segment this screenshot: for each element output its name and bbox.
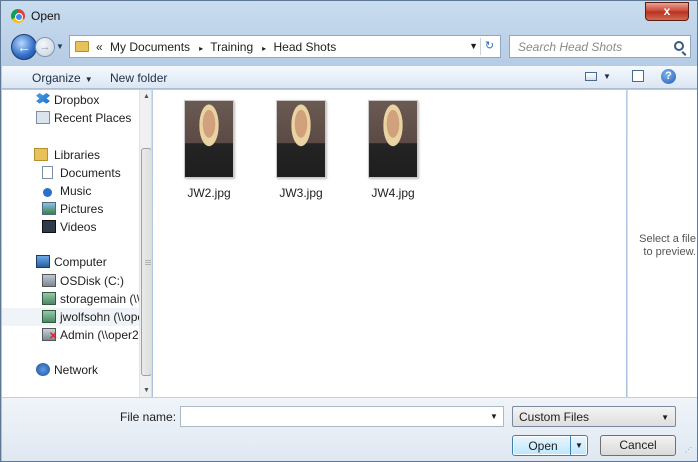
nav-item-computer[interactable]: Computer [2,253,139,271]
breadcrumb-my-documents[interactable]: My Documents [110,40,190,54]
forward-button[interactable]: → [35,37,55,57]
breadcrumb-separator-icon[interactable]: ▸ [199,44,203,53]
file-item[interactable]: JW3.jpg [266,100,336,200]
nav-item-osdisk[interactable]: OSDisk (C:) [2,272,139,290]
window-title: Open [31,9,61,23]
refresh-button[interactable]: ↻ [480,38,498,55]
folder-icon [75,41,89,52]
command-bar: Organize ▼ New folder ▼ ? [2,65,697,89]
computer-icon [36,255,50,268]
scroll-up-icon[interactable]: ▲ [142,93,151,100]
preview-pane-icon[interactable] [632,70,644,82]
disk-icon [42,274,56,287]
image-thumbnail [184,100,234,178]
nav-item-videos[interactable]: Videos [2,218,139,236]
music-icon [43,188,52,197]
open-dialog: Open x ← → ▼ « My Documents ▸ Training ▸ H… [0,0,698,462]
preview-pane: Select a file to preview. [627,90,697,397]
change-view-icon[interactable] [585,72,597,81]
resize-grip-icon[interactable]: ⋰ [685,447,695,459]
nav-item-music[interactable]: Music [2,182,139,200]
chevron-down-icon: ▼ [661,413,669,422]
nav-item-network[interactable]: Network [2,361,139,379]
file-name: JW3.jpg [279,186,323,200]
grip-icon: — — — [145,258,151,268]
scroll-down-icon[interactable]: ▼ [142,387,151,394]
nav-item-storagemain[interactable]: storagemain (\\o [2,290,139,308]
cancel-button[interactable]: Cancel [600,435,676,456]
breadcrumb-training[interactable]: Training [210,40,253,54]
open-options-dropdown[interactable]: ▼ [570,436,587,455]
file-name-field[interactable] [180,406,504,427]
address-dropdown-icon[interactable]: ▼ [469,41,478,51]
image-thumbnail [368,100,418,178]
dropbox-icon [36,93,50,104]
navigation-pane: Dropbox Recent Places Libraries Document… [2,90,152,397]
close-button[interactable]: x [645,2,689,21]
file-item[interactable]: JW4.jpg [358,100,428,200]
address-row: ← → ▼ « My Documents ▸ Training ▸ Head Sho… [9,34,691,60]
file-name-label: File name: [120,410,177,424]
nav-item-dropbox[interactable]: Dropbox [2,91,139,109]
documents-icon [42,166,53,179]
nav-item-admin[interactable]: Admin (\\oper24 [2,326,139,344]
search-icon[interactable] [674,41,684,51]
preview-message: Select a file to preview. [639,233,696,258]
new-folder-button[interactable]: New folder [110,71,167,85]
back-button[interactable]: ← [11,34,37,60]
view-options-dropdown[interactable]: ▼ [603,72,611,81]
scrollbar-thumb[interactable]: — — — [141,148,151,376]
file-list: JW2.jpg JW3.jpg JW4.jpg [153,90,626,397]
network-drive-icon [42,310,56,323]
pictures-icon [42,202,56,215]
breadcrumb-head-shots[interactable]: Head Shots [273,40,336,54]
image-thumbnail [276,100,326,178]
nav-item-recent-places[interactable]: Recent Places [2,109,139,127]
recent-places-icon [36,111,50,124]
network-drive-icon [42,292,56,305]
chrome-icon [11,9,25,23]
help-icon[interactable]: ? [661,69,676,84]
breadcrumb: « My Documents ▸ Training ▸ Head Shots [96,40,340,54]
libraries-icon [34,148,48,161]
file-name: JW2.jpg [187,186,231,200]
search-input[interactable]: Search Head Shots [518,40,622,54]
file-type-select[interactable]: Custom Files ▼ [512,406,676,427]
dialog-footer: File name: ▼ Custom Files ▼ Open ▼ Cance… [2,397,697,461]
file-name-dropdown-icon[interactable]: ▼ [490,412,498,421]
file-item[interactable]: JW2.jpg [174,100,244,200]
breadcrumb-separator-icon[interactable]: ▸ [262,44,266,53]
address-bar[interactable]: « My Documents ▸ Training ▸ Head Shots ▼ ↻ [69,35,501,58]
nav-item-pictures[interactable]: Pictures [2,200,139,218]
breadcrumb-overflow[interactable]: « [96,40,103,54]
videos-icon [42,220,56,233]
nav-item-libraries[interactable]: Libraries [2,146,139,164]
open-button[interactable]: Open ▼ [512,435,588,456]
nav-scrollbar[interactable]: ▲ — — — ▼ [139,90,151,397]
nav-item-jwolfsohn[interactable]: jwolfsohn (\\ope [2,308,139,326]
disconnected-drive-icon [42,328,57,342]
network-icon [36,363,50,376]
search-box[interactable]: Search Head Shots [509,35,691,58]
nav-item-documents[interactable]: Documents [2,164,139,182]
file-name: JW4.jpg [371,186,415,200]
title-bar: Open x [1,1,697,31]
organize-menu[interactable]: Organize ▼ [32,71,93,85]
recent-locations-dropdown[interactable]: ▼ [56,42,64,51]
